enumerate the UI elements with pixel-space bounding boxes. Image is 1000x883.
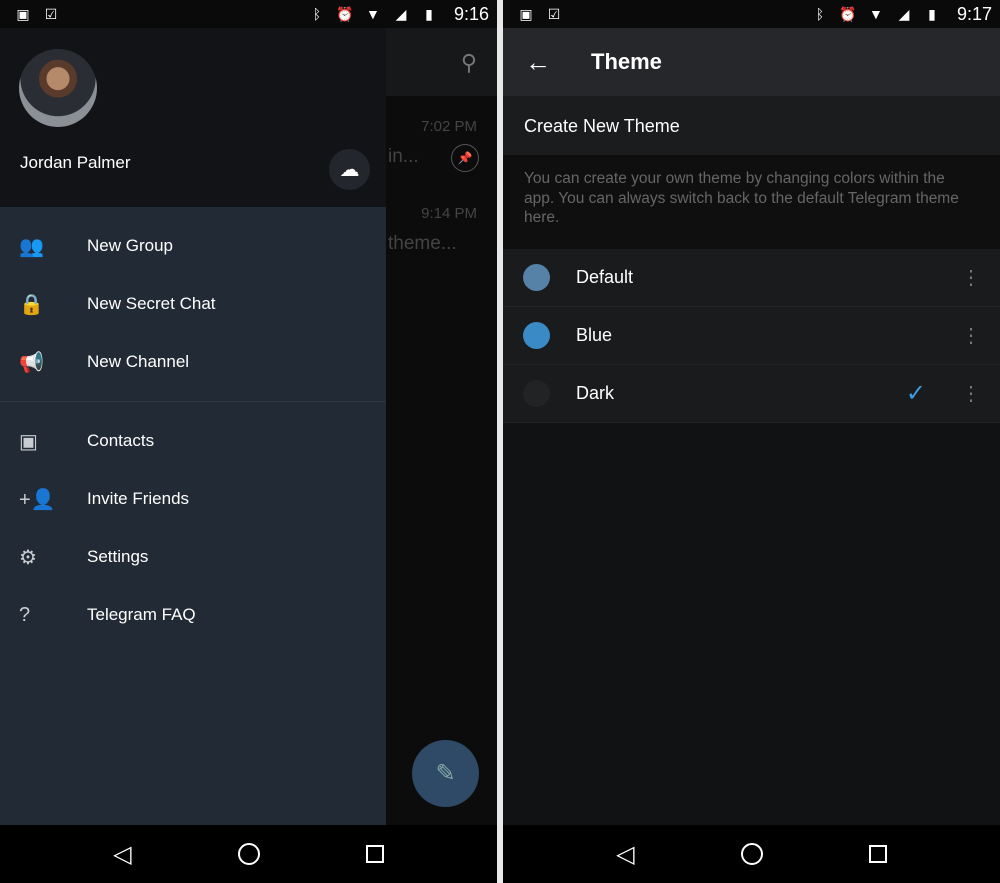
menu-item-invite-friends[interactable]: +👤 Invite Friends [0, 470, 386, 528]
checkmark-icon: ✓ [905, 380, 926, 407]
signal-icon: ◢ [395, 5, 407, 22]
menu-label: New Channel [87, 352, 190, 371]
alarm-icon: ⏰ [336, 5, 354, 22]
back-nav-icon[interactable]: ◁ [113, 840, 131, 869]
theme-name: Dark [576, 383, 615, 403]
status-time: 9:17 [956, 3, 992, 24]
navigation-drawer: Jordan Palmer ☁ 👥 New Group 🔒 New Secret C… [0, 28, 386, 825]
user-name: Jordan Palmer [20, 153, 131, 172]
status-time: 9:16 [453, 3, 489, 24]
page-title: Theme [591, 49, 662, 74]
navigation-bar: ◁ [0, 825, 497, 883]
menu-item-new-channel[interactable]: 📢 New Channel [0, 333, 386, 391]
left-screen: ▣ ☑ ᛒ ⏰ ▼ ◢ ▮ 9:16 ⚲ 7:02 PM in... 📌 9:1… [0, 0, 497, 883]
chat-preview[interactable]: theme... [388, 233, 457, 255]
menu-label: New Group [87, 236, 173, 255]
recents-nav-icon[interactable] [365, 845, 384, 863]
cloud-icon: ☁ [339, 159, 360, 181]
chat-time: 9:14 PM [421, 205, 477, 222]
more-vert-icon[interactable]: ⋮ [956, 384, 986, 404]
right-screen: ▣ ☑ ᛒ ⏰ ▼ ◢ ▮ 9:17 ← Theme Create New Th… [503, 0, 1000, 883]
avatar[interactable] [19, 49, 97, 127]
image-icon: ▣ [16, 5, 30, 22]
menu-item-new-group[interactable]: 👥 New Group [0, 217, 386, 275]
toolbar: ← Theme [503, 28, 1000, 96]
chat-time: 7:02 PM [421, 118, 477, 135]
battery-icon: ▮ [425, 5, 433, 22]
wifi-icon: ▼ [366, 6, 380, 22]
menu-item-new-secret-chat[interactable]: 🔒 New Secret Chat [0, 275, 386, 333]
saved-messages-button[interactable]: ☁ [329, 149, 370, 190]
alarm-icon: ⏰ [839, 5, 857, 22]
home-nav-icon[interactable] [237, 843, 260, 865]
theme-row-blue[interactable]: Blue ⋮ [503, 307, 1000, 365]
theme-name: Blue [576, 325, 613, 345]
group-icon: 👥 [19, 235, 44, 258]
create-new-theme-button[interactable]: Create New Theme [503, 96, 1000, 155]
menu-label: Settings [87, 547, 149, 566]
compose-button[interactable]: ✎ [412, 740, 479, 807]
status-bar: ▣ ☑ ᛒ ⏰ ▼ ◢ ▮ 9:16 [0, 0, 497, 28]
theme-info-text: You can create your own theme by changin… [503, 155, 1000, 249]
image-icon: ▣ [519, 5, 533, 22]
status-bar: ▣ ☑ ᛒ ⏰ ▼ ◢ ▮ 9:17 [503, 0, 1000, 28]
signal-icon: ◢ [898, 5, 910, 22]
theme-row-default[interactable]: Default ⋮ [503, 249, 1000, 307]
battery-icon: ▮ [928, 5, 936, 22]
contacts-icon: ▣ [19, 430, 38, 453]
more-vert-icon[interactable]: ⋮ [956, 326, 986, 346]
clipboard-check-icon: ☑ [547, 5, 561, 22]
megaphone-icon: 📢 [19, 351, 44, 374]
menu-item-contacts[interactable]: ▣ Contacts [0, 412, 386, 470]
theme-list: Default ⋮ Blue ⋮ Dark ✓ ⋮ [503, 249, 1000, 423]
chat-preview[interactable]: in... [388, 146, 419, 168]
menu-item-settings[interactable]: ⚙ Settings [0, 528, 386, 586]
gear-icon: ⚙ [19, 546, 37, 569]
back-arrow-icon[interactable]: ← [503, 47, 591, 78]
menu-label: Contacts [87, 431, 155, 450]
lock-icon: 🔒 [19, 293, 44, 316]
more-vert-icon[interactable]: ⋮ [956, 268, 986, 288]
add-person-icon: +👤 [19, 488, 56, 511]
pencil-icon: ✎ [435, 760, 456, 787]
navigation-bar: ◁ [503, 825, 1000, 883]
menu-label: New Secret Chat [87, 294, 216, 313]
menu-label: Invite Friends [87, 489, 190, 508]
theme-color-swatch [523, 264, 550, 291]
drawer-header: Jordan Palmer ☁ [0, 28, 386, 207]
wifi-icon: ▼ [869, 6, 883, 22]
pin-icon: 📌 [451, 144, 479, 172]
bluetooth-icon: ᛒ [312, 6, 322, 22]
theme-color-swatch [523, 380, 550, 407]
divider [0, 401, 386, 402]
recents-nav-icon[interactable] [868, 845, 887, 863]
theme-name: Default [576, 267, 634, 287]
menu-label: Telegram FAQ [87, 605, 196, 624]
theme-row-dark[interactable]: Dark ✓ ⋮ [503, 365, 1000, 423]
menu-item-faq[interactable]: ? Telegram FAQ [0, 586, 386, 644]
help-icon: ? [19, 603, 31, 626]
bluetooth-icon: ᛒ [815, 6, 825, 22]
search-icon[interactable]: ⚲ [461, 50, 477, 76]
back-nav-icon[interactable]: ◁ [616, 840, 634, 869]
clipboard-check-icon: ☑ [44, 5, 58, 22]
home-nav-icon[interactable] [740, 843, 763, 865]
theme-color-swatch [523, 322, 550, 349]
